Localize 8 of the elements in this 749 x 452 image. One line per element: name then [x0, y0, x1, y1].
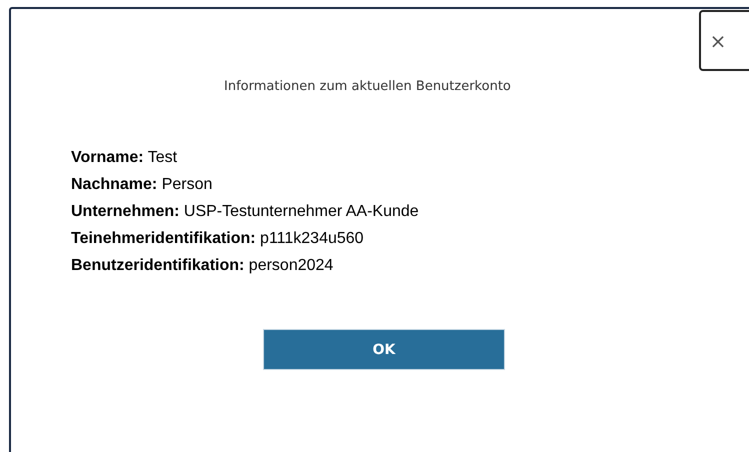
info-line: Vorname: Test: [71, 148, 178, 168]
info-line: Unternehmen: USP-Testunternehmer AA-Kunde: [71, 202, 420, 222]
dialog-title: Informationen zum aktuellen Benutzerkonto: [224, 79, 511, 94]
info-line: Nachname: Person: [71, 175, 214, 195]
info-line: Teinehmeridentifikation: p111k234u560: [71, 229, 365, 249]
close-button[interactable]: ×: [699, 10, 749, 71]
ok-button[interactable]: OK: [263, 329, 505, 370]
info-line: Benutzeridentifikation: person2024: [71, 256, 334, 276]
